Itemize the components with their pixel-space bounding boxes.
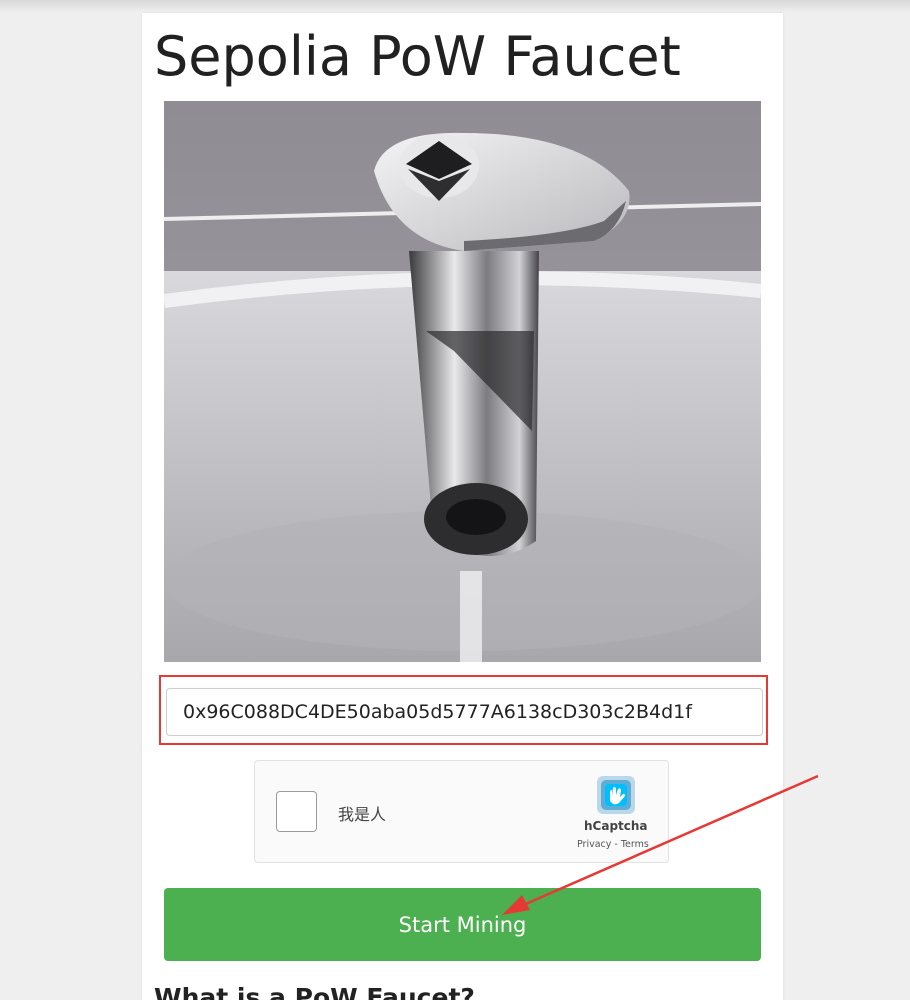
wallet-address-input[interactable] <box>166 688 763 736</box>
captcha-label: 我是人 <box>338 805 387 824</box>
address-highlight-box <box>159 675 768 745</box>
page-title: Sepolia PoW Faucet <box>154 25 681 88</box>
browser-top-edge <box>0 0 910 12</box>
hcaptcha-widget: 我是人 hCaptcha Privacy - Terms <box>254 760 669 863</box>
faucet-card: Sepolia PoW Faucet 0x96C088DC4DE50aba05d… <box>142 13 783 1000</box>
what-is-pow-faucet-heading: What is a PoW Faucet? <box>154 983 475 1000</box>
captcha-checkbox[interactable] <box>276 791 317 832</box>
start-mining-button[interactable]: Start Mining <box>164 888 761 961</box>
hcaptcha-brand: hCaptcha <box>584 819 648 833</box>
hcaptcha-privacy-terms-link[interactable]: Privacy - Terms <box>577 839 649 850</box>
faucet-image-icon <box>164 101 761 662</box>
hcaptcha-logo-icon <box>597 776 635 814</box>
faucet-hero-image <box>164 101 761 662</box>
